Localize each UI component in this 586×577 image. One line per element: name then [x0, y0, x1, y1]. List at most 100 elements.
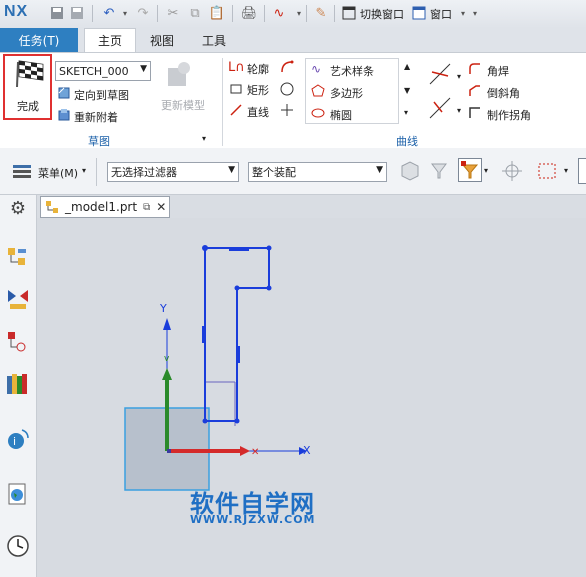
web-browser-icon[interactable]: [6, 482, 30, 506]
chevron-down-icon: ▼: [376, 165, 383, 175]
sketch-vertex[interactable]: [266, 245, 272, 251]
orient-to-sketch-icon: [57, 86, 71, 100]
make-corner-icon: [468, 106, 482, 123]
gallery-scroll-down-icon[interactable]: ▼: [404, 86, 410, 95]
close-tab-icon[interactable]: ✕: [156, 200, 166, 214]
gallery-expand-icon[interactable]: ▾: [404, 108, 408, 117]
polygon-button[interactable]: 多边形: [330, 85, 363, 101]
switch-window-icon[interactable]: [340, 4, 358, 22]
profile-button[interactable]: 轮廓: [247, 61, 269, 77]
curve-group-label: 曲线: [396, 135, 418, 148]
make-corner-button[interactable]: 制作拐角: [487, 107, 531, 123]
orient-to-sketch-button[interactable]: 定向到草图: [74, 87, 129, 103]
checkered-flag-icon: [16, 60, 44, 88]
profile-icon: ᒪ∩: [228, 60, 245, 75]
sketch-vertex[interactable]: [234, 285, 240, 291]
window-icon[interactable]: [410, 4, 428, 22]
filter-dropdown-icon[interactable]: ▾: [484, 166, 488, 175]
update-model-icon: [162, 58, 196, 92]
modified-icon: ⧉: [143, 201, 151, 213]
sketch-vertex[interactable]: [202, 418, 208, 424]
snap-point-icon[interactable]: [500, 160, 524, 185]
sketch-vertex[interactable]: [202, 245, 208, 251]
cut-icon[interactable]: ✂: [164, 4, 182, 22]
part-navigator-icon[interactable]: [6, 330, 30, 354]
assembly-scope-select[interactable]: 整个装配 ▼: [248, 162, 387, 182]
sketch-y-arrow: [163, 318, 171, 330]
tab-task[interactable]: 任务(T): [0, 28, 78, 52]
svg-text:i: i: [13, 435, 16, 448]
trim-dropdown-icon[interactable]: ▾: [457, 72, 461, 81]
rectangle-select-icon[interactable]: [536, 160, 560, 185]
filter-active-icon[interactable]: [458, 158, 482, 182]
menu-button[interactable]: 菜单(M): [38, 165, 78, 181]
switch-window-label[interactable]: 切换窗口: [360, 6, 404, 22]
measure-icon[interactable]: ✎: [312, 4, 330, 22]
ellipse-button[interactable]: 椭圆: [330, 107, 352, 123]
save-all-icon[interactable]: [68, 4, 86, 22]
finish-sketch-button[interactable]: 完成: [3, 54, 52, 120]
rectangle-button[interactable]: 矩形: [247, 82, 269, 98]
gallery-scroll-up-icon[interactable]: ▲: [404, 62, 410, 71]
update-model-button[interactable]: 更新模型: [161, 97, 205, 113]
x-axis-label: X: [303, 444, 311, 457]
fillet-button[interactable]: 角焊: [487, 63, 509, 79]
quick-extend-icon[interactable]: [428, 96, 452, 123]
menu-dropdown-icon[interactable]: ▾: [82, 166, 86, 175]
reattach-icon: [57, 108, 71, 122]
settings-gear-icon[interactable]: ⚙: [6, 198, 30, 222]
print-icon[interactable]: 🖨: [240, 4, 258, 22]
info-feed-icon[interactable]: i: [6, 428, 30, 452]
separator: [334, 5, 335, 22]
feature-select-icon[interactable]: [428, 160, 450, 185]
curve-tools-icon[interactable]: ∿: [270, 4, 288, 22]
constraint-navigator-icon[interactable]: [6, 288, 30, 312]
undo-dropdown-icon[interactable]: ▾: [116, 4, 134, 22]
group-divider: [222, 58, 223, 146]
tab-home[interactable]: 主页: [84, 28, 136, 52]
sketch-vertex[interactable]: [266, 285, 272, 291]
fillet-icon: [468, 62, 482, 79]
chamfer-button[interactable]: 倒斜角: [487, 85, 520, 101]
chevron-down-icon: ▼: [228, 165, 235, 175]
history-clock-icon[interactable]: [6, 534, 30, 558]
separator: [92, 5, 93, 22]
polygon-icon: [311, 84, 325, 101]
arc-icon[interactable]: [279, 59, 295, 78]
point-icon[interactable]: [279, 102, 295, 121]
rectangle-select-dropdown-icon[interactable]: ▾: [564, 166, 568, 175]
y-axis-label: Y: [159, 302, 167, 315]
redo-icon[interactable]: ↷: [134, 4, 152, 22]
paste-icon[interactable]: 📋: [208, 4, 226, 22]
separator: [264, 5, 265, 22]
reuse-library-icon[interactable]: [6, 372, 30, 396]
selection-filter-value: 无选择过滤器: [111, 166, 177, 179]
line-button[interactable]: 直线: [247, 104, 269, 120]
save-icon[interactable]: [48, 4, 66, 22]
extend-dropdown-icon[interactable]: ▾: [457, 106, 461, 115]
reattach-button[interactable]: 重新附着: [74, 109, 118, 125]
tab-view[interactable]: 视图: [146, 28, 178, 52]
sketch-name-select[interactable]: SKETCH_000 ▼: [55, 61, 151, 81]
finish-label: 完成: [17, 100, 39, 113]
studio-spline-button[interactable]: 艺术样条: [330, 63, 374, 79]
customize-dropdown-icon[interactable]: ▾: [466, 4, 484, 22]
graphics-window[interactable]: Y X ✕ v 软件自学网 WWW.RJZXW.COM: [37, 218, 586, 577]
circle-icon[interactable]: [279, 81, 295, 100]
title-bar: NX ↶ ▾ ↷ ✂ ⧉ 📋 🖨 ∿ ▾ ✎ 切换窗口 窗口 ▾ ▾: [0, 0, 586, 29]
separator: [306, 5, 307, 22]
sketch-group-expand-icon[interactable]: ▾: [202, 134, 206, 143]
rectangle-icon: [229, 82, 243, 99]
tab-tools[interactable]: 工具: [198, 28, 230, 52]
sketch-vertex[interactable]: [234, 418, 240, 424]
copy-icon[interactable]: ⧉: [186, 4, 204, 22]
wcs-x-arrow: [240, 446, 250, 456]
window-label[interactable]: 窗口: [430, 6, 452, 22]
selection-filter-select[interactable]: 无选择过滤器 ▼: [107, 162, 239, 182]
general-select-icon[interactable]: [398, 160, 420, 185]
overflow-button[interactable]: [578, 158, 586, 184]
quick-trim-icon[interactable]: [428, 62, 452, 89]
assembly-navigator-icon[interactable]: [6, 246, 30, 270]
tab-model1[interactable]: _model1.prt ⧉ ✕: [40, 196, 170, 218]
sketch-profile[interactable]: [204, 247, 270, 422]
